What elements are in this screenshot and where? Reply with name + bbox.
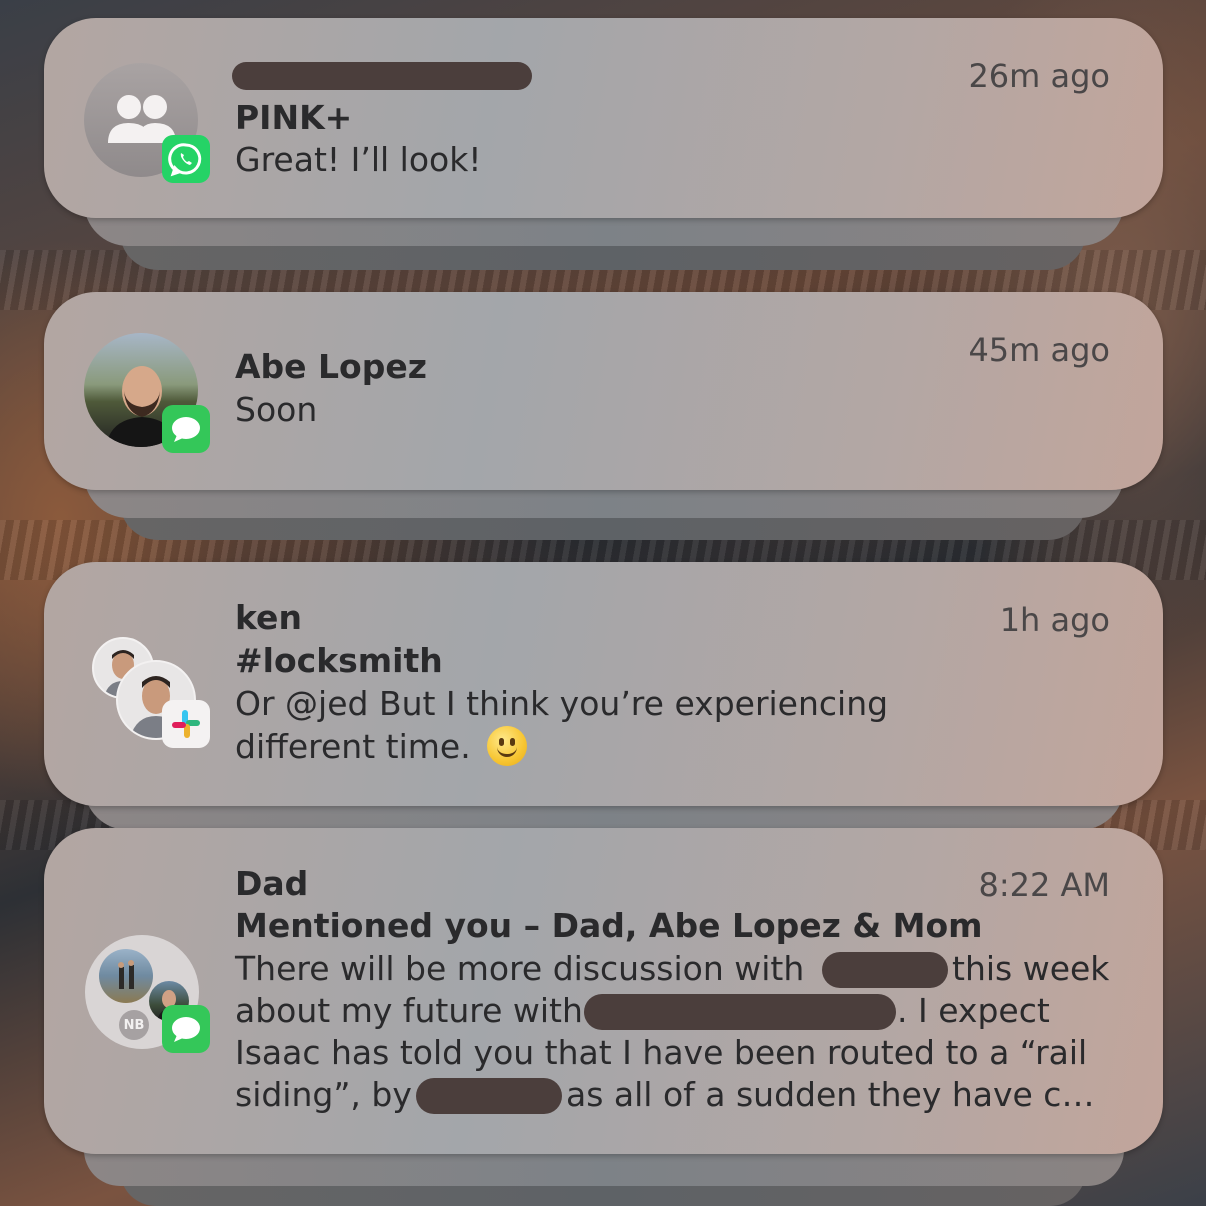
contact-photo <box>99 949 153 1003</box>
notification-time: 8:22 AM <box>978 866 1110 904</box>
notification-body-line: as all of a sudden they have c… <box>566 1075 1095 1114</box>
initials-avatar: NB <box>119 1010 149 1040</box>
stack-layer <box>84 1150 1124 1186</box>
notification-sender: Dad <box>235 864 309 903</box>
notification-sender: Abe Lopez <box>235 347 427 386</box>
notification-body: Great! I’ll look! <box>235 140 482 179</box>
messages-icon <box>162 405 210 453</box>
notification-card[interactable] <box>44 18 1163 218</box>
messages-icon <box>162 1005 210 1053</box>
notification-body-line: different time. <box>235 726 527 766</box>
redacted-text <box>416 1078 562 1114</box>
notification-body-text: different time. <box>235 727 471 766</box>
notification-body-line: siding”, by <box>235 1075 412 1114</box>
redacted-sender-name <box>232 62 532 90</box>
notification-card[interactable] <box>44 292 1163 490</box>
notification-body-line: Isaac has told you that I have been rout… <box>235 1033 1088 1072</box>
redacted-text <box>822 952 948 988</box>
notification-body: Soon <box>235 390 318 429</box>
notification-title: Mentioned you – Dad, Abe Lopez & Mom <box>235 906 983 945</box>
notification-time: 45m ago <box>968 331 1110 369</box>
avatar-initials: NB <box>123 1017 145 1033</box>
redacted-text <box>584 994 896 1030</box>
notification-body-line: this week <box>952 949 1110 988</box>
notification-body-line: about my future with <box>235 991 583 1030</box>
notification-body-line: Or @jed But I think you’re experiencing <box>235 684 889 723</box>
notification-body-line: . I expect <box>897 991 1050 1030</box>
notification-time: 26m ago <box>968 57 1110 95</box>
notification-body-line: There will be more discussion with <box>235 949 805 988</box>
notification-channel: #locksmith <box>235 641 443 680</box>
notification-sender: ken <box>235 598 302 637</box>
notification-title: PINK+ <box>235 98 353 137</box>
whatsapp-icon <box>162 135 210 183</box>
notification-time: 1h ago <box>999 601 1110 639</box>
slack-icon <box>162 700 210 748</box>
slightly-smiling-face-icon <box>486 726 527 766</box>
